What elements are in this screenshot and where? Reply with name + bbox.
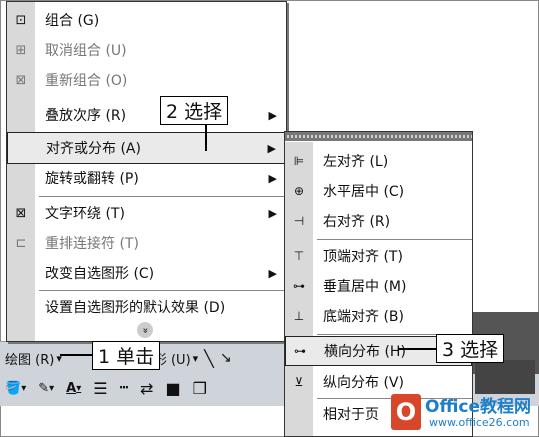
menu-item-label: 重排连接符 (T) (45, 236, 139, 252)
draw-menu-button[interactable]: 绘图 (R) ▾ (2, 347, 65, 369)
align-bottom-icon: ⊥ (293, 309, 305, 323)
align-center-icon: ⊕ (293, 184, 305, 198)
line-tool-icon[interactable]: ╲ (201, 347, 217, 369)
watermark-logo-text: O (395, 398, 417, 426)
menu-separator (39, 196, 286, 197)
menu-item-label: 组合 (G) (45, 13, 100, 29)
menu-item-text-wrap[interactable]: ⊠ 文字环绕 (T) ▶ (7, 198, 286, 228)
watermark-title: Office教程网 (425, 397, 532, 417)
draw-menu: ⊡ 组合 (G) ⊞ 取消组合 (U) ⊠ 重新组合 (O) 叠放次序 (R) … (6, 1, 287, 342)
callout-step-1: 1 单击 (92, 341, 161, 370)
chevron-down-icon: ▾ (192, 351, 199, 365)
fill-color-icon[interactable]: 🪣 ▾ (2, 377, 29, 399)
align-left-icon: ⊫ (293, 154, 305, 168)
submenu-item-align-bottom[interactable]: ⊥ 底端对齐 (B) (285, 302, 472, 330)
ungroup-icon: ⊞ (15, 42, 27, 58)
callout-step-1-text: 1 单击 (98, 346, 155, 368)
font-color-icon[interactable]: A ▾ (63, 377, 84, 399)
dash-style-icon[interactable]: ┅ (117, 377, 131, 399)
menu-item-label: 重新组合 (O) (45, 73, 128, 89)
expand-menu-glyph: » (139, 326, 151, 334)
submenu-arrow-icon: ▶ (268, 206, 277, 220)
draw-menu-label: 绘图 (R) (5, 352, 55, 368)
group-icon: ⊡ (15, 12, 27, 28)
callout-step-3-text: 3 选择 (442, 339, 499, 361)
submenu-item-align-top[interactable]: ⊤ 顶端对齐 (T) (285, 242, 472, 270)
distribute-horizontal-icon: ⊶ (294, 344, 306, 358)
menu-item-label: 对齐或分布 (A) (46, 141, 141, 157)
text-wrap-icon: ⊠ (15, 205, 27, 221)
submenu-item-label: 横向分布 (H) (324, 344, 406, 360)
menu-item-label: 旋转或翻转 (P) (45, 171, 139, 187)
align-right-icon: ⊣ (293, 214, 305, 228)
submenu-item-label: 顶端对齐 (T) (323, 249, 403, 265)
menu-item-align-distribute[interactable]: 对齐或分布 (A) ▶ (7, 132, 286, 164)
submenu-item-label: 垂直居中 (M) (323, 279, 407, 295)
arrow-style-icon[interactable]: ⇄ (137, 377, 156, 399)
menu-item-change-autoshape[interactable]: 改变自选图形 (C) ▶ (7, 258, 286, 288)
shadow-style-icon[interactable]: ■ (162, 377, 183, 399)
menu-item-group[interactable]: ⊡ 组合 (G) (7, 5, 286, 35)
submenu-item-align-center[interactable]: ⊕ 水平居中 (C) (285, 177, 472, 205)
arrow-tool-icon[interactable]: ↘ (217, 347, 235, 369)
align-top-icon: ⊤ (293, 249, 305, 263)
3d-style-icon[interactable]: ❒ (190, 377, 210, 399)
reroute-connector-icon: ⊏ (15, 235, 27, 251)
callout-step-3: 3 选择 (436, 334, 505, 363)
menu-item-label: 设置自选图形的默认效果 (D) (45, 300, 226, 316)
submenu-drag-handle[interactable] (285, 132, 472, 141)
align-middle-icon: ⊶ (293, 279, 305, 293)
watermark-url: www.office26.com (429, 416, 530, 429)
submenu-item-label: 水平居中 (C) (323, 184, 405, 200)
submenu-arrow-icon: ▶ (268, 108, 277, 122)
distribute-vertical-icon: ⊻ (294, 375, 304, 389)
submenu-item-align-left[interactable]: ⊫ 左对齐 (L) (285, 147, 472, 175)
submenu-item-label: 右对齐 (R) (323, 214, 391, 230)
expand-menu-icon[interactable]: » (137, 322, 153, 338)
callout-step-2-text: 2 选择 (166, 101, 223, 123)
background-toolbar-fragment-2 (475, 360, 535, 394)
menu-item-label: 叠放次序 (R) (45, 108, 127, 124)
menu-item-label: 取消组合 (U) (45, 43, 127, 59)
line-style-icon[interactable]: ☰ (90, 377, 110, 399)
callout-leader-line (398, 348, 436, 350)
watermark: O Office教程网 www.office26.com (385, 392, 537, 434)
callout-step-2: 2 选择 (160, 96, 229, 125)
menu-item-label: 文字环绕 (T) (45, 206, 125, 222)
submenu-item-align-right[interactable]: ⊣ 右对齐 (R) (285, 207, 472, 235)
menu-item-reroute-connectors[interactable]: ⊏ 重排连接符 (T) (7, 228, 286, 258)
line-color-icon[interactable]: ✎ ▾ (35, 377, 57, 399)
menu-item-rotate-flip[interactable]: 旋转或翻转 (P) ▶ (7, 163, 286, 193)
submenu-item-label: 底端对齐 (B) (323, 309, 404, 325)
menu-item-regroup[interactable]: ⊠ 重新组合 (O) (7, 65, 286, 95)
menu-item-label: 改变自选图形 (C) (45, 266, 155, 282)
menu-item-set-autoshape-defaults[interactable]: 设置自选图形的默认效果 (D) (7, 292, 286, 322)
submenu-item-align-middle[interactable]: ⊶ 垂直居中 (M) (285, 272, 472, 300)
submenu-item-label: 相对于页 (323, 407, 379, 423)
submenu-arrow-icon: ▶ (267, 141, 276, 155)
menu-item-ungroup[interactable]: ⊞ 取消组合 (U) (7, 35, 286, 65)
submenu-item-label: 左对齐 (L) (323, 154, 389, 170)
submenu-item-label: 纵向分布 (V) (323, 375, 404, 391)
office-logo-icon: O (391, 394, 421, 430)
drawing-toolbar-row2: 🪣 ▾ ✎ ▾ A ▾ ☰ ┅ ⇄ ■ ❒ (2, 376, 210, 400)
submenu-arrow-icon: ▶ (268, 171, 277, 185)
callout-leader-line (60, 354, 92, 356)
submenu-separator (317, 239, 472, 240)
regroup-icon: ⊠ (15, 72, 27, 88)
menu-item-order[interactable]: 叠放次序 (R) ▶ (7, 100, 286, 130)
submenu-arrow-icon: ▶ (268, 266, 277, 280)
menu-separator (39, 290, 286, 291)
